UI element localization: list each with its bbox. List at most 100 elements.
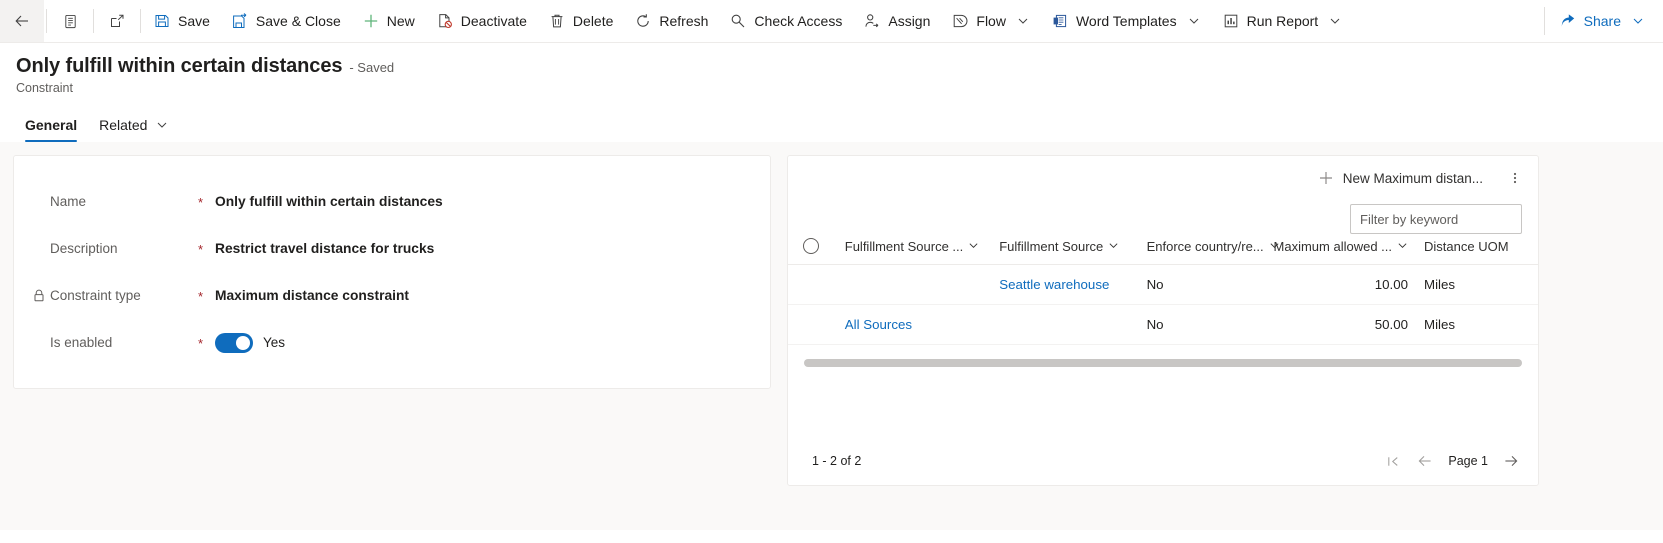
chevron-down-icon (1016, 14, 1030, 28)
next-page-button[interactable] (1502, 452, 1520, 470)
table-row[interactable]: Seattle warehouse No 10.00 Miles (788, 264, 1538, 305)
save-and-close-icon (232, 13, 248, 29)
run-report-button[interactable]: Run Report (1212, 0, 1354, 42)
share-button[interactable]: Share (1549, 0, 1663, 42)
fulfillment-source-link[interactable]: Seattle warehouse (999, 277, 1109, 292)
save-status: - Saved (349, 60, 395, 75)
chevron-down-icon (968, 239, 979, 254)
cell-distance-uom: Miles (1416, 304, 1538, 345)
pagination-controls: Page 1 (1384, 452, 1520, 470)
subgrid-table: Fulfillment Source ... Fulfillment Sourc… (788, 238, 1538, 345)
filter-by-keyword-input[interactable] (1350, 204, 1522, 234)
delete-button[interactable]: Delete (538, 0, 624, 42)
toolbar-divider-2 (93, 9, 94, 33)
column-header-distance-uom[interactable]: Distance UOM (1416, 238, 1538, 265)
subgrid-header-row: Fulfillment Source ... Fulfillment Sourc… (788, 238, 1538, 265)
horizontal-scrollbar[interactable] (804, 359, 1522, 367)
cell-maximum-allowed: 50.00 (1273, 304, 1416, 345)
run-report-button-label: Run Report (1246, 13, 1319, 29)
field-description: Description * Restrict travel distance f… (14, 225, 770, 272)
subgrid-more-commands-button[interactable] (1500, 163, 1530, 193)
column-header-fulfillment-source-group-label: Fulfillment Source ... (844, 239, 964, 254)
open-in-new-window-icon (109, 13, 125, 29)
new-button[interactable]: New (352, 0, 426, 42)
deactivate-icon (437, 13, 453, 29)
is-enabled-toggle[interactable] (215, 332, 253, 353)
lock-icon (33, 289, 45, 302)
subgrid-command-bar: New Maximum distan... (788, 156, 1538, 200)
kebab-menu-icon (1513, 172, 1517, 184)
check-access-button-label: Check Access (754, 13, 843, 29)
chevron-down-icon (1328, 14, 1342, 28)
tab-related[interactable]: Related (90, 117, 178, 142)
entity-name: Constraint (16, 81, 73, 95)
select-all-circle-icon[interactable] (803, 238, 819, 254)
fulfillment-source-group-link[interactable]: All Sources (845, 317, 912, 332)
select-all-header (788, 238, 837, 265)
key-icon (730, 13, 746, 29)
flow-button[interactable]: Flow (941, 0, 1041, 42)
word-templates-button[interactable]: Word Templates (1041, 0, 1212, 42)
row-select-cell[interactable] (788, 304, 837, 345)
share-divider (1543, 7, 1545, 35)
cell-distance-uom: Miles (1416, 264, 1538, 305)
new-maximum-distance-button[interactable]: New Maximum distan... (1309, 161, 1492, 195)
assign-person-icon (864, 13, 880, 29)
next-page-icon (1505, 456, 1518, 466)
chevron-down-icon (1187, 14, 1201, 28)
toolbar-divider (46, 9, 47, 33)
plus-icon (363, 13, 379, 29)
save-button[interactable]: Save (143, 0, 221, 42)
report-icon (1223, 13, 1239, 29)
previous-page-button[interactable] (1416, 452, 1434, 470)
check-access-button[interactable]: Check Access (719, 0, 853, 42)
word-templates-button-label: Word Templates (1075, 13, 1177, 29)
form-selector-button[interactable] (49, 0, 91, 42)
refresh-button[interactable]: Refresh (624, 0, 719, 42)
column-header-enforce-country[interactable]: Enforce country/re... (1138, 238, 1279, 265)
field-description-label: Description (50, 241, 118, 256)
previous-page-icon (1418, 456, 1431, 466)
tab-general-label: General (25, 117, 78, 133)
share-icon (1560, 13, 1576, 29)
table-row[interactable]: All Sources No 50.00 Miles (788, 304, 1538, 345)
field-description-value[interactable]: Restrict travel distance for trucks (215, 241, 434, 256)
deactivate-button[interactable]: Deactivate (426, 0, 538, 42)
flow-button-label: Flow (976, 13, 1006, 29)
cell-fulfillment-source: Seattle warehouse (991, 264, 1139, 305)
first-page-button[interactable] (1384, 452, 1402, 470)
cell-fulfillment-source (991, 304, 1139, 345)
share-button-label: Share (1583, 13, 1621, 29)
refresh-icon (635, 13, 651, 29)
field-name-value[interactable]: Only fulfill within certain distances (215, 194, 443, 209)
plus-icon (1318, 170, 1334, 186)
column-header-fulfillment-source-group[interactable]: Fulfillment Source ... (836, 238, 992, 265)
column-header-enforce-country-label: Enforce country/re... (1146, 239, 1264, 254)
save-icon (154, 13, 170, 29)
is-enabled-toggle-wrap: Yes (215, 332, 285, 353)
field-name-required: * (198, 195, 204, 210)
new-button-label: New (386, 13, 415, 29)
back-button[interactable] (0, 0, 44, 42)
field-constraint-type-required: * (198, 289, 204, 304)
row-select-cell[interactable] (788, 264, 837, 305)
save-and-close-button[interactable]: Save & Close (221, 0, 352, 42)
form-body: Name * Only fulfill within certain dista… (0, 142, 1663, 530)
chevron-down-icon (1397, 239, 1408, 254)
column-header-maximum-allowed[interactable]: Maximum allowed ... (1274, 238, 1416, 265)
assign-button[interactable]: Assign (853, 0, 941, 42)
column-header-maximum-allowed-label: Maximum allowed ... (1273, 239, 1392, 254)
column-header-fulfillment-source-label: Fulfillment Source (999, 239, 1104, 254)
tab-general[interactable]: General (16, 117, 86, 142)
cell-fulfillment-source-group: All Sources (836, 304, 992, 345)
form-list-icon (62, 13, 78, 29)
cell-maximum-allowed: 10.00 (1273, 264, 1416, 305)
save-and-close-button-label: Save & Close (255, 13, 341, 29)
page-header: Only fulfill within certain distances - … (0, 43, 1663, 142)
open-in-new-window-button[interactable] (96, 0, 138, 42)
subgrid-scroll-area (788, 345, 1538, 367)
column-header-fulfillment-source[interactable]: Fulfillment Source (991, 238, 1139, 265)
deactivate-button-label: Deactivate (460, 13, 527, 29)
page-number-label: Page 1 (1448, 454, 1488, 468)
tab-related-label: Related (99, 117, 148, 133)
